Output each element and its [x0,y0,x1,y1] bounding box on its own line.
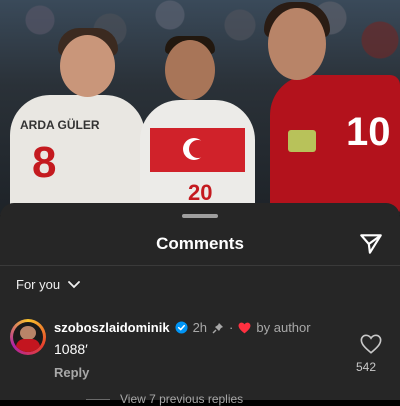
view-replies-label: View 7 previous replies [120,392,244,406]
comment-item: szoboszlaidominik 2h · by author 1088′ R… [0,315,400,406]
heart-outline-icon[interactable] [360,333,382,355]
comment-filter-dropdown[interactable]: For you [16,277,80,292]
verified-badge-icon [175,321,188,334]
heart-filled-icon [238,322,251,333]
crescent-emblem [183,138,207,160]
jersey-number-right: 10 [346,110,391,154]
sheet-title: Comments [156,234,244,253]
jersey-name: ARDA GÜLER [20,118,100,132]
captain-armband [288,130,316,152]
sheet-grabber[interactable] [182,214,218,218]
like-count: 542 [355,360,377,374]
liked-by-author: by author [256,320,311,335]
paper-plane-icon[interactable] [358,231,384,257]
header-divider [0,265,400,266]
avatar[interactable] [13,322,43,352]
comments-sheet: Comments For you szoboszlaidominik 2h · [0,203,400,406]
player-left [10,95,145,215]
meta-separator: · [229,320,234,335]
reply-button[interactable]: Reply [54,365,89,380]
pin-icon [212,322,224,333]
comment-username[interactable]: szoboszlaidominik [54,320,170,335]
post-photo: ARDA GÜLER 8 20 10 [0,0,400,215]
replies-line [86,398,110,400]
player-left-head [60,35,115,97]
jersey-number-left: 8 [32,138,57,187]
comment-meta: szoboszlaidominik 2h · by author [54,320,311,335]
player-center-head [165,40,215,100]
filter-label: For you [16,277,61,292]
comment-text: 1088′ [54,341,88,357]
player-right-head [268,8,326,80]
chevron-down-icon [68,280,80,288]
comment-time: 2h [192,320,208,335]
view-replies-link[interactable]: View 7 previous replies [86,392,243,406]
